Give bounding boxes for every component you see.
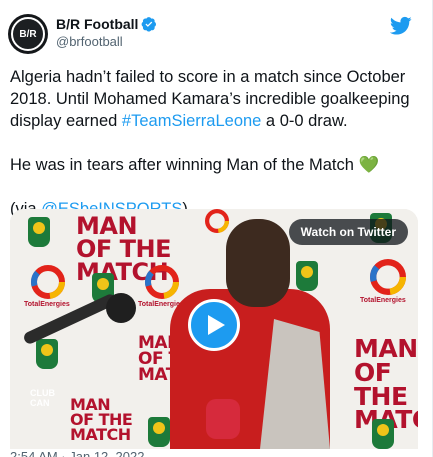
totalenergies-logo-icon (205, 209, 229, 233)
caf-trophy-logo-icon (296, 261, 318, 291)
display-name[interactable]: B/R Football (56, 16, 138, 32)
handle[interactable]: @brfootball (56, 34, 157, 49)
play-icon (208, 315, 225, 335)
verified-badge-icon (142, 17, 157, 32)
avatar-logo: B/R (11, 17, 45, 51)
tweet-header: B/R B/R Football @brfootball (8, 14, 418, 58)
play-button[interactable] (188, 299, 240, 351)
tweet-card[interactable]: B/R B/R Football @brfootball Algeria had… (0, 0, 433, 457)
totalenergies-logo-icon (31, 265, 65, 299)
man-of-the-match-text: MAN OF THE MATCH (354, 334, 418, 432)
tweet-paragraph-2: He was in tears after winning Man of the… (10, 154, 422, 176)
caf-trophy-logo-icon (148, 417, 170, 447)
tweet-text-segment: He was in tears after winning Man of the… (10, 156, 359, 174)
caf-trophy-logo-icon (372, 419, 394, 449)
caf-trophy-logo-icon (28, 217, 50, 247)
watch-on-twitter-button[interactable]: Watch on Twitter (288, 219, 408, 245)
club-can-watermark: CLUB CAN (30, 388, 55, 408)
microphone-head-icon (106, 293, 136, 323)
green-heart-icon: 💚 (358, 156, 380, 174)
video-thumbnail[interactable]: MAN OF THE MATCH MAN OF THE MATCH MAN OF… (10, 209, 418, 449)
player-head (226, 219, 290, 307)
sponsor-text: TotalEnergies (360, 297, 406, 304)
tweet-timestamp[interactable]: 2:54 AM · Jan 12, 2022 (10, 449, 144, 457)
twitter-bird-icon[interactable] (390, 16, 412, 36)
totalenergies-logo-icon (370, 259, 406, 295)
tweet-text-segment: a 0-0 draw. (261, 112, 348, 130)
hashtag-link[interactable]: #TeamSierraLeone (122, 112, 261, 130)
tweet-paragraph-1: Algeria hadn’t failed to score in a matc… (10, 66, 422, 132)
author-info[interactable]: B/R Football @brfootball (56, 16, 157, 49)
sponsor-text: TotalEnergies (24, 301, 70, 308)
totalenergies-logo-icon (145, 265, 179, 299)
avatar[interactable]: B/R (8, 14, 48, 54)
man-of-the-match-text: MAN OF THE MATCH (70, 395, 133, 445)
caf-trophy-logo-icon (36, 339, 58, 369)
goalkeeper-glove (206, 399, 240, 439)
